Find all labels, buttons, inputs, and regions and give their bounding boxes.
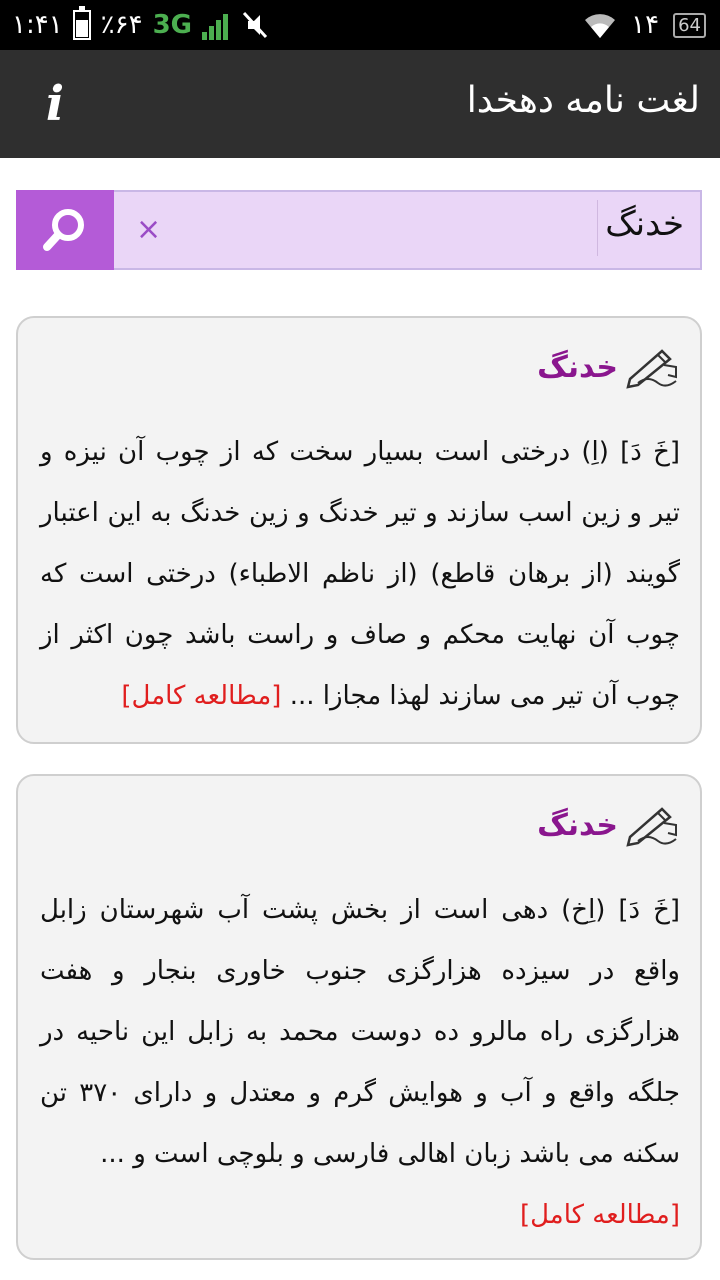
info-icon[interactable]: i bbox=[40, 78, 70, 130]
status-left: ۱:۴۱ ٪۶۴ 3G bbox=[12, 6, 270, 44]
result-header: خدنگ bbox=[537, 800, 680, 850]
result-header: خدنگ bbox=[537, 342, 680, 392]
wifi-icon bbox=[585, 14, 616, 38]
read-more-link[interactable]: [مطالعه کامل] bbox=[121, 681, 281, 711]
status-time: ۱:۴۱ bbox=[12, 10, 63, 40]
result-body: [خَ دَ] (اِخ) دهی است از بخش پشت آب شهرس… bbox=[40, 895, 680, 1169]
mute-icon bbox=[242, 11, 268, 39]
app-bar: i لغت نامه دهخدا bbox=[0, 50, 720, 158]
battery-percent: ٪۶۴ bbox=[100, 10, 143, 40]
result-card[interactable]: خدنگ [خَ دَ] (اِخ) دهی است از بخش پشت آب… bbox=[16, 774, 702, 1260]
result-body: [خَ دَ] (اِ) درختی است بسیار سخت که از چ… bbox=[40, 437, 680, 711]
search-icon bbox=[43, 209, 84, 251]
app-title: لغت نامه دهخدا bbox=[466, 80, 700, 121]
status-number: ۱۴ bbox=[631, 10, 660, 40]
search-input[interactable] bbox=[116, 192, 700, 268]
search-bar: × bbox=[16, 190, 702, 270]
search-button[interactable] bbox=[16, 190, 114, 270]
network-type: 3G bbox=[152, 10, 192, 40]
status-right: ۱۴ 64 bbox=[583, 6, 706, 44]
pen-icon bbox=[626, 807, 677, 847]
result-card[interactable]: خدنگ [خَ دَ] (اِ) درختی است بسیار سخت که… bbox=[16, 316, 702, 744]
result-text: [خَ دَ] (اِخ) دهی است از بخش پشت آب شهرس… bbox=[40, 880, 680, 1246]
pen-icon bbox=[626, 349, 677, 389]
result-title: خدنگ bbox=[537, 807, 618, 843]
signal-icon bbox=[202, 10, 228, 40]
status-bar: ۱:۴۱ ٪۶۴ 3G ۱۴ 64 bbox=[0, 0, 720, 50]
battery-box-icon: 64 bbox=[673, 12, 706, 38]
result-title: خدنگ bbox=[537, 349, 618, 385]
battery-icon bbox=[72, 6, 91, 40]
result-text: [خَ دَ] (اِ) درختی است بسیار سخت که از چ… bbox=[40, 422, 680, 727]
read-more-link[interactable]: [مطالعه کامل] bbox=[40, 1185, 680, 1246]
